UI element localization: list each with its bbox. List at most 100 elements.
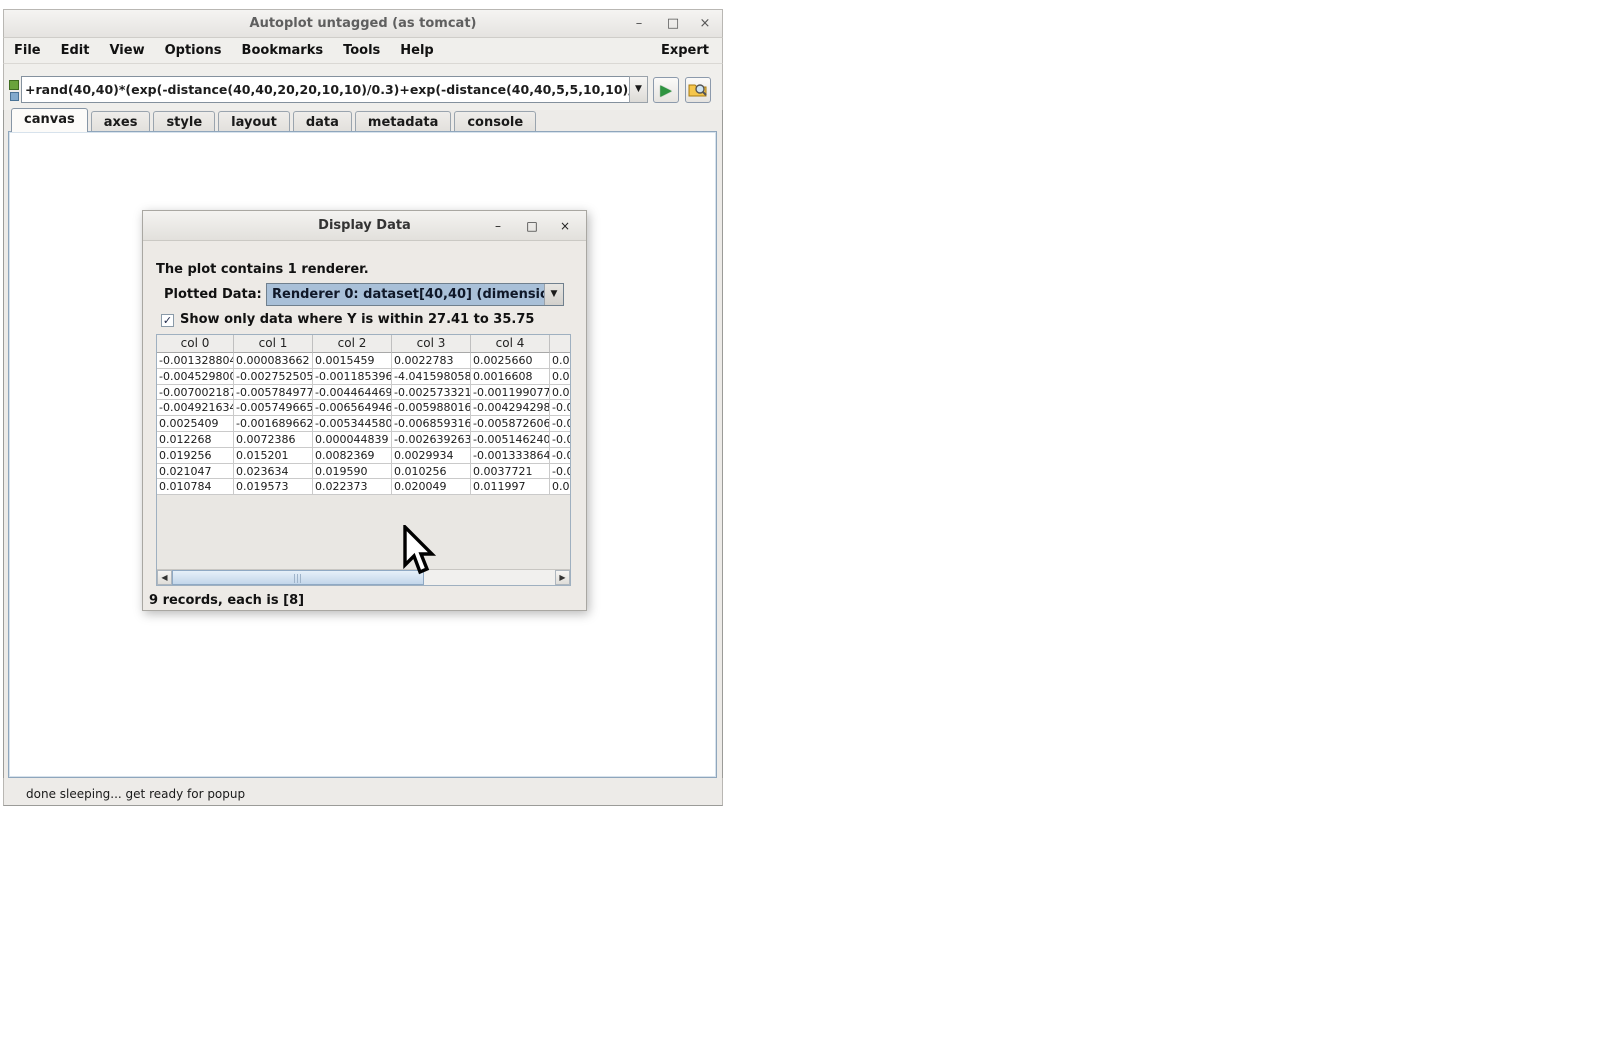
table-cell[interactable]: 0.0072386 — [234, 432, 313, 448]
table-cell[interactable]: -0.004529800... — [157, 369, 234, 385]
dialog-minimize-icon[interactable]: – — [486, 213, 510, 239]
table-cell[interactable]: -0.0 — [550, 432, 571, 448]
menu-file[interactable]: File — [4, 43, 51, 58]
tab-axes[interactable]: axes — [91, 111, 151, 133]
tab-console[interactable]: console — [454, 111, 536, 133]
table-cell[interactable]: -0.002752505... — [234, 369, 313, 385]
table-cell[interactable]: -0.005146240... — [471, 432, 550, 448]
table-cell[interactable]: 0.019256 — [157, 448, 234, 464]
tab-style[interactable]: style — [153, 111, 215, 133]
table-cell[interactable]: -0.002573321... — [392, 385, 471, 401]
table-cell[interactable]: -0.005988016... — [392, 400, 471, 416]
table-cell[interactable]: 0.0082369 — [313, 448, 392, 464]
expert-mode-label[interactable]: Expert — [661, 43, 722, 58]
table-cell[interactable]: -0.0 — [550, 416, 571, 432]
table-cell[interactable]: -0.005872606... — [471, 416, 550, 432]
renderer-summary: The plot contains 1 renderer. — [156, 262, 369, 277]
uri-input[interactable]: +rand(40,40)*(exp(-distance(40,40,20,20,… — [21, 76, 630, 103]
table-cell[interactable]: -0.006859316... — [392, 416, 471, 432]
tab-data[interactable]: data — [293, 111, 352, 133]
column-header[interactable]: col 2 — [313, 335, 392, 353]
table-cell[interactable]: 0.022373 — [313, 479, 392, 495]
table-cell[interactable]: 0.000044839 — [313, 432, 392, 448]
window-titlebar[interactable]: Autoplot untagged (as tomcat) – □ × — [3, 9, 723, 38]
datasource-type-icon[interactable] — [9, 80, 19, 90]
tab-metadata[interactable]: metadata — [355, 111, 451, 133]
table-cell[interactable]: -0.001333864... — [471, 448, 550, 464]
table-cell[interactable]: -0.004464469... — [313, 385, 392, 401]
table-cell[interactable]: -0.0 — [550, 464, 571, 480]
table-cell[interactable]: 0.0022783 — [392, 353, 471, 369]
table-cell[interactable]: 0.0015459 — [313, 353, 392, 369]
column-header[interactable]: col 0 — [157, 335, 234, 353]
table-cell[interactable]: -0.007002187... — [157, 385, 234, 401]
table-cell[interactable]: 0.015201 — [234, 448, 313, 464]
table-cell[interactable]: 0.0025660 — [471, 353, 550, 369]
dialog-titlebar[interactable]: Display Data – □ × — [143, 211, 586, 241]
scroll-left-icon[interactable]: ◀ — [157, 570, 172, 585]
table-cell[interactable]: 0.021047 — [157, 464, 234, 480]
scrollbar-grip-icon — [294, 574, 302, 583]
data-table-scrollpane: col 0col 1col 2col 3col 4 -0.001328804...… — [156, 334, 571, 586]
table-cell[interactable]: 0.00 — [550, 385, 571, 401]
window-maximize-icon[interactable]: □ — [662, 10, 684, 38]
table-cell[interactable]: -0.002639263... — [392, 432, 471, 448]
scrollbar-thumb[interactable] — [172, 570, 424, 585]
horizontal-scrollbar[interactable]: ◀ ▶ — [157, 569, 570, 585]
table-cell[interactable]: 0.011997 — [471, 479, 550, 495]
menu-help[interactable]: Help — [390, 43, 443, 58]
menu-edit[interactable]: Edit — [51, 43, 100, 58]
inspect-uri-button[interactable] — [685, 77, 711, 103]
table-cell[interactable]: 0.019573 — [234, 479, 313, 495]
table-cell[interactable]: 0.0029934 — [392, 448, 471, 464]
table-cell[interactable]: 0.0025409 — [157, 416, 234, 432]
menu-tools[interactable]: Tools — [333, 43, 390, 58]
menu-bookmarks[interactable]: Bookmarks — [232, 43, 334, 58]
filter-checkbox[interactable]: ✓ — [161, 314, 174, 327]
table-cell[interactable]: -0.006564946... — [313, 400, 392, 416]
column-header[interactable]: col 4 — [471, 335, 550, 353]
table-cell[interactable]: 0.020049 — [392, 479, 471, 495]
column-header[interactable]: col 3 — [392, 335, 471, 353]
table-cell[interactable]: -0.005784977... — [234, 385, 313, 401]
uri-dropdown-button[interactable]: ▼ — [629, 76, 648, 103]
dialog-close-icon[interactable]: × — [553, 213, 577, 239]
table-cell[interactable]: 0.010256 — [392, 464, 471, 480]
table-cell[interactable]: -0.001689662... — [234, 416, 313, 432]
table-cell[interactable]: -0.001199077... — [471, 385, 550, 401]
table-cell[interactable]: -0.0 — [550, 400, 571, 416]
table-cell[interactable]: 0.010784 — [157, 479, 234, 495]
table-cell[interactable]: -0.001328804... — [157, 353, 234, 369]
menu-view[interactable]: View — [99, 43, 154, 58]
table-cell[interactable]: -0.005749665... — [234, 400, 313, 416]
menu-options[interactable]: Options — [155, 43, 232, 58]
scroll-right-icon[interactable]: ▶ — [555, 570, 570, 585]
table-cell[interactable]: 0.023634 — [234, 464, 313, 480]
column-header[interactable]: col 1 — [234, 335, 313, 353]
dialog-maximize-icon[interactable]: □ — [520, 213, 544, 239]
table-cell[interactable]: -4.041598058... — [392, 369, 471, 385]
window-close-icon[interactable]: × — [694, 10, 716, 38]
table-cell[interactable]: -0.004921634... — [157, 400, 234, 416]
tab-layout[interactable]: layout — [218, 111, 290, 133]
column-header[interactable] — [550, 335, 571, 353]
plotted-data-combo[interactable]: Renderer 0: dataset[40,40] (dimension...… — [266, 283, 564, 306]
table-cell[interactable]: 0.00 — [550, 369, 571, 385]
table-cell[interactable]: -0.004294298... — [471, 400, 550, 416]
go-button[interactable]: ▶ — [653, 77, 679, 103]
datasource-type2-icon[interactable] — [10, 92, 19, 101]
tab-canvas[interactable]: canvas — [11, 108, 88, 132]
table-cell[interactable]: 0.019590 — [313, 464, 392, 480]
window-minimize-icon[interactable]: – — [628, 10, 650, 38]
table-cell[interactable]: 0.0016608 — [471, 369, 550, 385]
table-cell[interactable]: 0.000083662 — [234, 353, 313, 369]
table-cell[interactable]: 0.012268 — [157, 432, 234, 448]
table-cell[interactable]: 0.00 — [550, 353, 571, 369]
table-cell[interactable]: -0.0 — [550, 448, 571, 464]
table-cell[interactable]: -0.001185396... — [313, 369, 392, 385]
folder-magnifier-icon — [688, 81, 708, 99]
table-cell[interactable]: 0.00 — [550, 479, 571, 495]
table-cell[interactable]: -0.005344580... — [313, 416, 392, 432]
table-cell[interactable]: 0.0037721 — [471, 464, 550, 480]
table-row: -0.007002187...-0.005784977...-0.0044644… — [157, 385, 570, 401]
